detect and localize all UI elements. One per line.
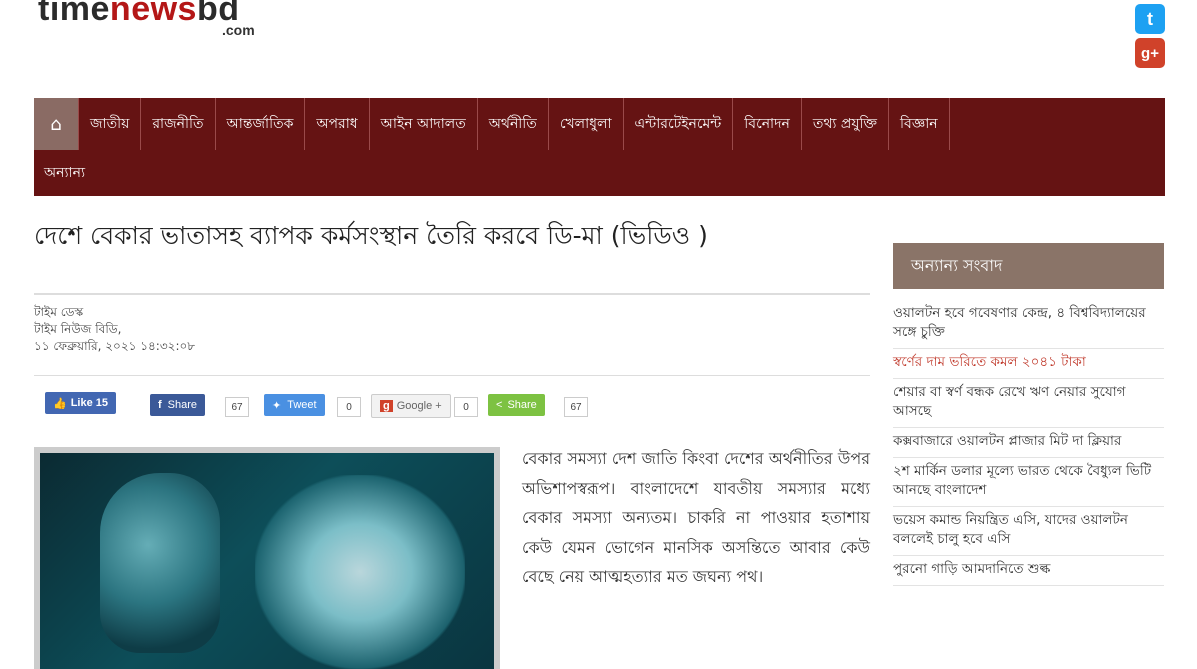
tweet-label: Tweet — [287, 399, 317, 411]
nav-item-binodon[interactable]: বিনোদন — [733, 98, 802, 150]
nav-item-politics[interactable]: রাজনীতি — [141, 98, 216, 150]
share-label: Share — [507, 399, 537, 411]
google-plus-small-icon: g — [380, 400, 393, 412]
nav-item-economy[interactable]: অর্থনীতি — [478, 98, 549, 150]
nav-item-others[interactable]: অন্যান্য — [44, 161, 85, 185]
like-label: Like 15 — [70, 397, 109, 409]
sidebar-news-item[interactable]: কক্সবাজারে ওয়ালটন প্লাজার মিট দা ক্লিয়… — [893, 428, 1164, 458]
nav-item-national[interactable]: জাতীয় — [79, 98, 142, 150]
facebook-share-label: Share — [167, 399, 198, 411]
home-icon[interactable]: ⌂ — [34, 98, 79, 150]
main-nav: ⌂ জাতীয় রাজনীতি আন্তর্জাতিক অপরাধ আইন আ… — [34, 98, 1165, 196]
site-logo[interactable]: timenewsbd — [38, 0, 240, 26]
twitter-bird-icon: ✦ — [272, 399, 282, 412]
sidebar-news-item[interactable]: ভয়েস কমান্ড নিয়ন্ত্রিত এসি, যাদের ওয়া… — [893, 507, 1164, 556]
meta-date: ১১ ফেব্রুয়ারি, ২০২১ ১৪:৩২:০৮ — [34, 339, 196, 353]
google-share-count: 0 — [454, 397, 478, 417]
digital-face-graphic — [100, 473, 220, 653]
bangladesh-map-graphic — [255, 475, 465, 669]
nav-item-science[interactable]: বিজ্ঞান — [889, 98, 950, 150]
meta-author: টাইম ডেস্ক — [34, 305, 84, 319]
facebook-icon: f — [158, 399, 162, 411]
article-image — [34, 447, 500, 669]
facebook-like-button[interactable]: 👍 Like 15 — [45, 392, 117, 414]
tweet-button[interactable]: ✦ Tweet — [264, 394, 325, 416]
nav-item-law[interactable]: আইন আদালত — [370, 98, 478, 150]
nav-item-entertainment[interactable]: এন্টারটেইনমেন্ট — [624, 98, 734, 150]
nav-item-crime[interactable]: অপরাধ — [305, 98, 370, 150]
sidebar-news-item[interactable]: স্বর্ণের দাম ভরিতে কমল ২০৪১ টাকা — [893, 349, 1164, 379]
meta-source: টাইম নিউজ বিডি, — [34, 322, 122, 336]
nav-item-tech[interactable]: তথ্য প্রযুক্তি — [802, 98, 890, 150]
meta-divider — [34, 375, 870, 376]
tweet-count: 0 — [337, 397, 361, 417]
nav-item-international[interactable]: আন্তর্জাতিক — [216, 98, 306, 150]
logo-part-time: time — [38, 0, 110, 28]
article-title: দেশে বেকার ভাতাসহ ব্যাপক কর্মসংস্থান তৈর… — [34, 221, 708, 250]
article-body: বেকার সমস্যা দেশ জাতি কিংবা দেশের অর্থনী… — [522, 449, 870, 586]
sidebar-news-item[interactable]: শেয়ার বা স্বর্ণ বন্ধক রেখে ঋণ নেয়ার সু… — [893, 379, 1164, 428]
logo-part-news: news — [109, 0, 197, 28]
nav-row-1: ⌂ জাতীয় রাজনীতি আন্তর্জাতিক অপরাধ আইন আ… — [34, 98, 1165, 150]
logo-domain: .com — [222, 22, 255, 38]
facebook-share-button[interactable]: f Share — [150, 394, 206, 416]
google-share-label: Google + — [396, 400, 442, 412]
share-button[interactable]: < Share — [488, 394, 545, 416]
article-image-content — [40, 453, 494, 669]
google-plus-share-button[interactable]: g Google + — [371, 394, 451, 418]
sidebar-news-item[interactable]: পুরনো গাড়ি আমদানিতে শুল্ক — [893, 556, 1164, 586]
sidebar-news-item[interactable]: ওয়ালটন হবে গবেষণার কেন্দ্র, ৪ বিশ্ববিদ্… — [893, 300, 1164, 349]
title-divider — [34, 293, 870, 295]
nav-row-2: অন্যান্য — [34, 150, 1165, 196]
thumbs-up-icon: 👍 — [53, 397, 67, 410]
share-icon: < — [496, 399, 503, 411]
share-count: 67 — [564, 397, 588, 417]
twitter-icon[interactable]: t — [1135, 4, 1165, 34]
sidebar-news-list: ওয়ালটন হবে গবেষণার কেন্দ্র, ৪ বিশ্ববিদ্… — [893, 300, 1164, 586]
nav-item-sports[interactable]: খেলাধুলা — [549, 98, 624, 150]
facebook-share-count: 67 — [225, 397, 249, 417]
sidebar-heading: অন্যান্য সংবাদ — [893, 243, 1164, 289]
sidebar-news-item[interactable]: ২শ মার্কিন ডলার মূল্যে ভারত থেকে বৈধ্যুল… — [893, 458, 1164, 507]
google-plus-icon[interactable]: g+ — [1135, 38, 1165, 68]
article-meta: টাইম ডেস্ক টাইম নিউজ বিডি, ১১ ফেব্রুয়ার… — [34, 304, 195, 355]
